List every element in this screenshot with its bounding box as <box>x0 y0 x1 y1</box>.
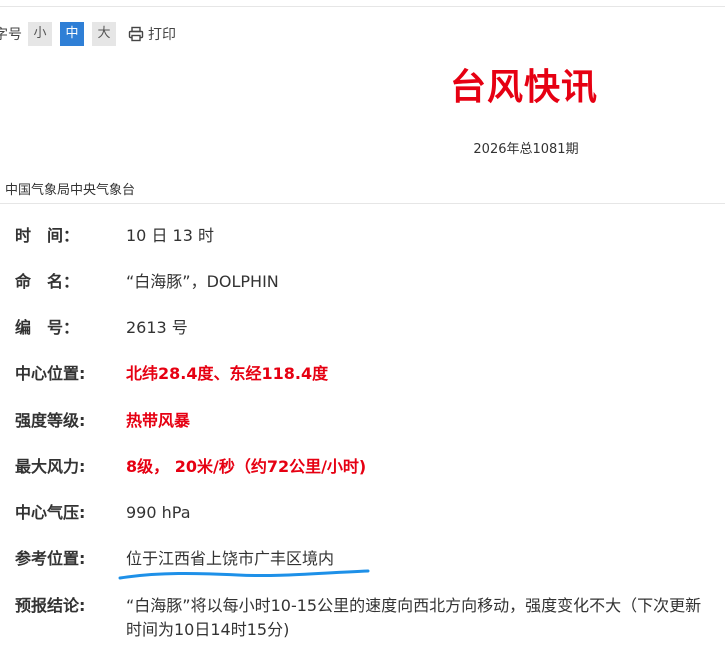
hand-drawn-underline <box>118 569 370 580</box>
number-value: 2613 号 <box>126 318 188 337</box>
reference-location-value: 位于江西省上饶市广丰区境内 <box>126 549 335 568</box>
info-row-name: 命 名： “白海豚”，DOLPHIN <box>15 268 279 292</box>
name-value: “白海豚”，DOLPHIN <box>126 272 279 291</box>
number-label: 编 号： <box>15 318 80 337</box>
info-row-forecast: 预报结论: “白海豚”将以每小时10-15公里的速度向西北方向移动，强度变化不大… <box>15 592 706 642</box>
info-row-time: 时 间： 10 日 13 时 <box>15 222 214 246</box>
intensity-value: 热带风暴 <box>126 411 191 430</box>
center-position-label: 中心位置: <box>15 364 86 383</box>
pressure-label: 中心气压: <box>15 503 86 522</box>
time-label: 时 间： <box>15 226 80 245</box>
name-label: 命 名： <box>15 272 80 291</box>
typhoon-info-table: 时 间： 10 日 13 时 命 名： “白海豚”，DOLPHIN 编 号： 2… <box>0 0 725 649</box>
reference-location-label: 参考位置: <box>15 549 86 568</box>
info-row-max-wind: 最大风力: 8级， 20米/秒（约72公里/小时) <box>15 453 366 477</box>
max-wind-label: 最大风力: <box>15 457 86 476</box>
intensity-label: 强度等级: <box>15 411 86 430</box>
forecast-value: “白海豚”将以每小时10-15公里的速度向西北方向移动，强度变化不大（下次更新时… <box>126 596 702 639</box>
max-wind-value: 8级， 20米/秒（约72公里/小时) <box>126 457 367 476</box>
info-row-intensity: 强度等级: 热带风暴 <box>15 407 190 431</box>
info-row-reference-location: 参考位置: 位于江西省上饶市广丰区境内 <box>15 545 334 569</box>
info-row-center-position: 中心位置: 北纬28.4度、东经118.4度 <box>15 360 328 384</box>
info-row-number: 编 号： 2613 号 <box>15 314 188 338</box>
time-value: 10 日 13 时 <box>126 226 214 245</box>
center-position-value: 北纬28.4度、东经118.4度 <box>126 364 329 383</box>
forecast-label: 预报结论: <box>15 596 86 615</box>
pressure-value: 990 hPa <box>126 503 191 522</box>
info-row-pressure: 中心气压: 990 hPa <box>15 499 191 523</box>
